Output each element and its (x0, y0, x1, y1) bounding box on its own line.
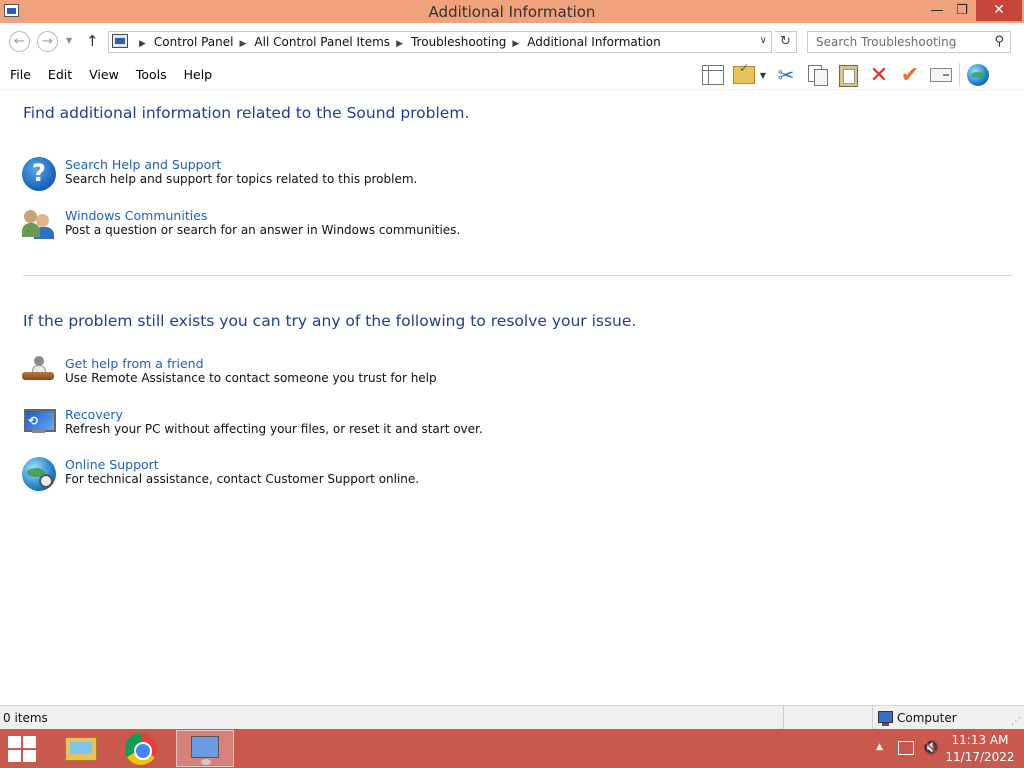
cut-icon[interactable]: ✂ (773, 63, 799, 87)
breadcrumb-separator[interactable]: ▶ (139, 39, 146, 49)
restore-button[interactable]: ❐ (950, 0, 974, 21)
address-dropdown-icon[interactable]: ∨ (760, 35, 767, 46)
folder-check-icon (733, 61, 755, 84)
menu-toolbar-row: File Edit View Tools Help ▼ ✂ ✕ ✔ (0, 60, 1024, 90)
computer-icon (878, 711, 893, 726)
menu-bar: File Edit View Tools Help (4, 67, 223, 82)
folder-options-dropdown[interactable]: ▼ (758, 63, 768, 87)
remote-assistance-icon[interactable] (22, 356, 56, 390)
volume-muted-icon[interactable]: 🔇 (922, 740, 939, 756)
taskbar-control-panel[interactable] (176, 730, 234, 767)
minimize-button[interactable]: — (924, 0, 950, 21)
taskbar-file-explorer[interactable] (52, 730, 110, 767)
windows-communities-link[interactable]: Windows Communities (65, 208, 207, 223)
status-location: Computer (897, 711, 957, 725)
search-input[interactable] (808, 32, 986, 52)
recovery-link[interactable]: Recovery (65, 407, 123, 422)
status-bar: 0 items Computer ⋰ (0, 705, 1024, 729)
resize-grip-icon[interactable]: ⋰ (1011, 716, 1021, 727)
window-title: Additional Information (428, 3, 596, 21)
breadcrumb-troubleshooting[interactable]: Troubleshooting (411, 35, 506, 49)
status-divider (872, 706, 873, 729)
breadcrumb-all-control-panel-items[interactable]: All Control Panel Items (254, 35, 390, 49)
breadcrumb-separator[interactable]: ▶ (240, 39, 247, 49)
search-help-link[interactable]: Search Help and Support (65, 157, 221, 172)
section-heading-additional-info: Find additional information related to t… (23, 104, 470, 122)
item-count: 0 items (3, 711, 48, 725)
control-panel-icon (191, 736, 219, 765)
back-button[interactable]: ← (9, 31, 30, 52)
menu-file[interactable]: File (4, 67, 37, 82)
section-divider (23, 275, 1013, 276)
properties-button[interactable] (928, 63, 954, 87)
online-support-icon[interactable] (22, 457, 56, 491)
forward-button[interactable]: → (37, 31, 58, 52)
online-support-link[interactable]: Online Support (65, 457, 159, 472)
close-button[interactable]: ✕ (976, 0, 1022, 21)
item-description: Refresh your PC without affecting your f… (65, 422, 483, 436)
main-content: Find additional information related to t… (0, 91, 1024, 705)
address-row: ← → ▼ ↑ ▶ Control Panel ▶ All Control Panel… (0, 23, 1024, 60)
menu-edit[interactable]: Edit (42, 67, 78, 82)
toolbar: ▼ ✂ ✕ ✔ (700, 61, 996, 88)
community-icon[interactable] (22, 208, 56, 242)
search-box[interactable]: ⚲ (807, 31, 1011, 53)
breadcrumb-separator[interactable]: ▶ (396, 39, 403, 49)
show-hidden-icons-icon[interactable]: ▲ (876, 742, 883, 752)
title-bar: Additional Information — ❐ ✕ (0, 0, 1024, 23)
layout-button[interactable] (700, 63, 726, 87)
help-icon[interactable]: ? (22, 157, 56, 191)
chrome-icon (125, 733, 157, 765)
start-button[interactable] (8, 736, 38, 762)
item-description: Post a question or search for an answer … (65, 223, 461, 237)
breadcrumb-additional-information[interactable]: Additional Information (527, 35, 661, 49)
network-icon[interactable] (898, 741, 914, 755)
folder-options-button[interactable] (731, 61, 757, 87)
recovery-icon[interactable]: ⟲ (22, 407, 56, 441)
toolbar-divider (959, 63, 960, 87)
item-description: For technical assistance, contact Custom… (65, 472, 420, 486)
get-help-friend-link[interactable]: Get help from a friend (65, 356, 204, 371)
clock-time[interactable]: 11:13 AM (940, 733, 1020, 747)
taskbar-chrome[interactable] (113, 730, 171, 767)
menu-help[interactable]: Help (178, 67, 219, 82)
delete-icon[interactable]: ✕ (866, 63, 892, 88)
refresh-button[interactable]: ↻ (775, 31, 797, 53)
recent-locations-dropdown[interactable]: ▼ (66, 36, 72, 45)
layout-icon (702, 65, 724, 85)
apply-icon[interactable]: ✔ (897, 63, 923, 88)
item-description: Search help and support for topics relat… (65, 172, 418, 186)
globe-button[interactable] (965, 63, 991, 87)
copy-icon[interactable] (804, 63, 830, 87)
folder-icon (65, 737, 97, 761)
clock-date[interactable]: 11/17/2022 (940, 750, 1020, 764)
taskbar: ▲ 🔇 11:13 AM 11/17/2022 (0, 729, 1024, 768)
breadcrumb-separator[interactable]: ▶ (512, 39, 519, 49)
address-bar[interactable]: ▶ Control Panel ▶ All Control Panel Items ▶ T… (108, 31, 772, 53)
up-button[interactable]: ↑ (86, 32, 99, 50)
search-icon[interactable]: ⚲ (994, 34, 1004, 49)
recovery-arrow-icon: ⟲ (28, 414, 39, 428)
menu-view[interactable]: View (83, 67, 125, 82)
status-divider (783, 706, 784, 729)
globe-icon (967, 64, 989, 86)
breadcrumb: ▶ Control Panel ▶ All Control Panel Items ▶ T… (133, 35, 661, 49)
breadcrumb-control-panel[interactable]: Control Panel (154, 35, 234, 49)
properties-icon (930, 68, 952, 82)
menu-tools[interactable]: Tools (130, 67, 173, 82)
section-heading-resolve: If the problem still exists you can try … (23, 312, 637, 330)
item-description: Use Remote Assistance to contact someone… (65, 371, 437, 385)
paste-icon[interactable] (835, 63, 861, 87)
control-panel-icon (112, 34, 128, 48)
